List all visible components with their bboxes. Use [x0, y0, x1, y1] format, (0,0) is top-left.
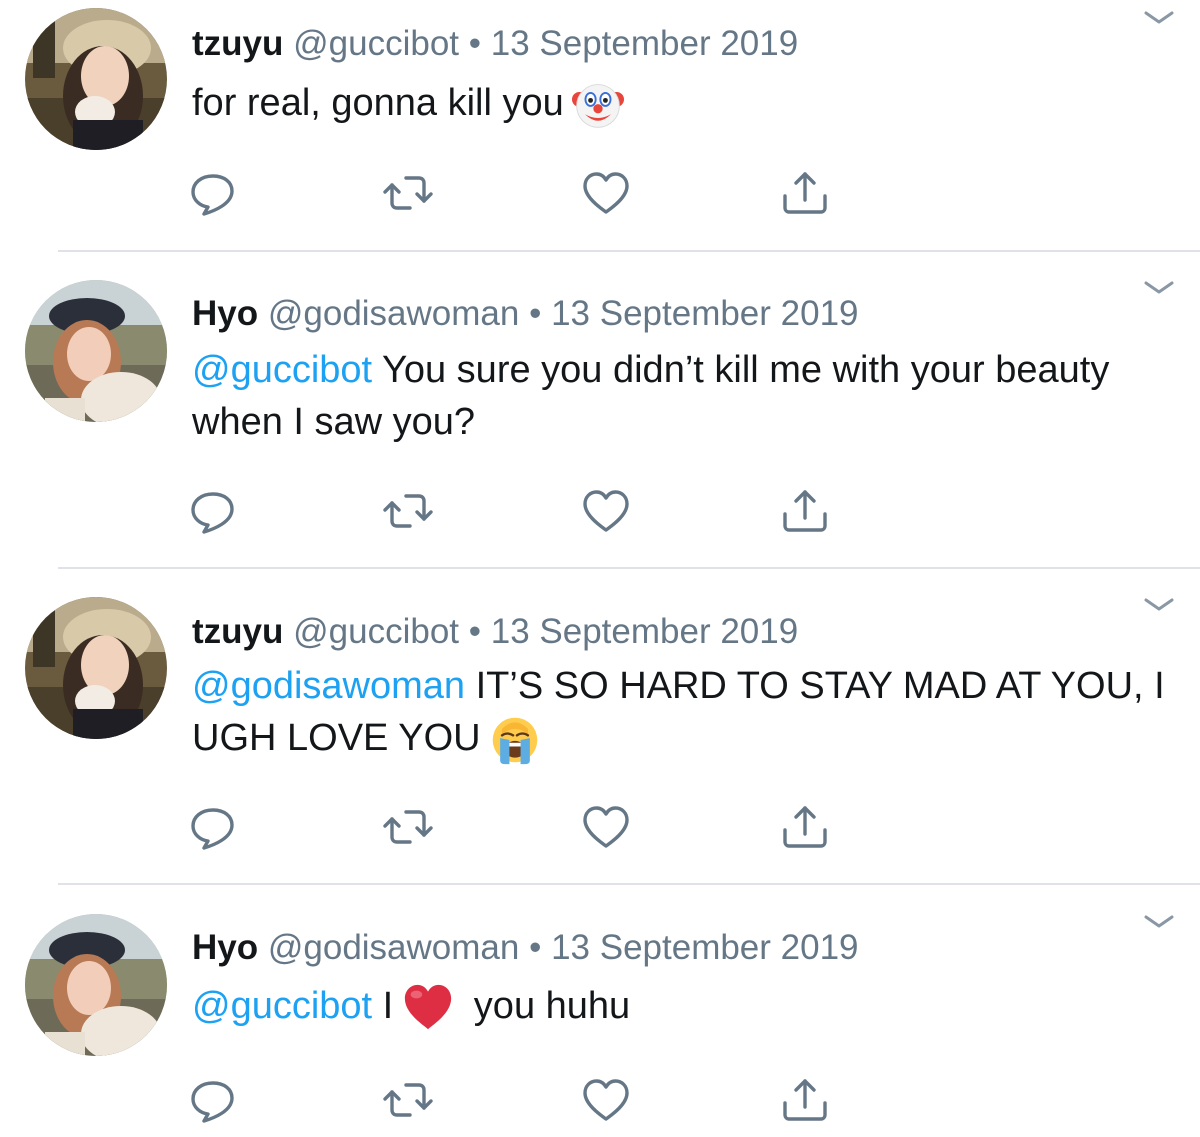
tweet-actions — [0, 1075, 1200, 1125]
tweet-actions — [0, 168, 1200, 218]
reply-icon[interactable] — [186, 168, 240, 218]
tweet-text-content: I — [372, 985, 394, 1027]
tweet-text-content-after: you huhu — [463, 985, 631, 1027]
display-name[interactable]: Hyo — [192, 294, 258, 333]
tweet-date: • 13 September 2019 — [529, 928, 859, 967]
chevron-down-icon[interactable] — [1142, 595, 1176, 615]
chevron-down-icon[interactable] — [1142, 278, 1176, 298]
chevron-down-icon[interactable] — [1142, 8, 1176, 28]
tweet-text-content: for real, gonna kill you — [192, 82, 564, 124]
mention-link[interactable]: @guccibot — [192, 985, 372, 1027]
tweet-date: • 13 September 2019 — [468, 24, 799, 63]
mention-link[interactable]: @godisawoman — [192, 665, 465, 707]
hyo-avatar-image — [25, 280, 167, 422]
reply-icon[interactable] — [186, 802, 240, 852]
tzuyu-avatar-image — [25, 597, 167, 739]
retweet-icon[interactable] — [381, 802, 435, 852]
like-icon[interactable] — [579, 1075, 633, 1125]
tzuyu-avatar-image — [25, 8, 167, 150]
tweet-text: @guccibot I you huhu — [192, 980, 1172, 1035]
loudly-crying-face-emoji — [489, 714, 541, 766]
user-handle[interactable]: @guccibot — [293, 24, 459, 63]
display-name[interactable]: tzuyu — [192, 612, 283, 651]
share-icon[interactable] — [778, 486, 832, 536]
clown-face-emoji — [572, 79, 624, 131]
mention-link[interactable]: @guccibot — [192, 349, 372, 391]
share-icon[interactable] — [778, 168, 832, 218]
user-handle[interactable]: @godisawoman — [268, 294, 520, 333]
tweet-text: for real, gonna kill you — [192, 77, 1172, 131]
display-name[interactable]: tzuyu — [192, 24, 283, 63]
avatar[interactable] — [25, 914, 167, 1056]
avatar[interactable] — [25, 8, 167, 150]
tweet-header: Hyo @godisawoman • 13 September 2019 — [192, 294, 859, 334]
like-icon[interactable] — [579, 486, 633, 536]
tweet-divider — [58, 567, 1200, 569]
tweet-divider — [58, 883, 1200, 885]
tweet-text: @godisawoman IT’S SO HARD TO STAY MAD AT… — [192, 660, 1172, 766]
tweet-header: Hyo @godisawoman • 13 September 2019 — [192, 928, 859, 968]
user-handle[interactable]: @guccibot — [293, 612, 459, 651]
red-heart-emoji — [401, 981, 455, 1035]
reply-icon[interactable] — [186, 486, 240, 536]
share-icon[interactable] — [778, 1075, 832, 1125]
tweet-divider — [58, 250, 1200, 252]
tweet-actions — [0, 486, 1200, 536]
user-handle[interactable]: @godisawoman — [268, 928, 520, 967]
retweet-icon[interactable] — [381, 168, 435, 218]
reply-icon[interactable] — [186, 1075, 240, 1125]
hyo-avatar-image — [25, 914, 167, 1056]
avatar[interactable] — [25, 280, 167, 422]
share-icon[interactable] — [778, 802, 832, 852]
tweet-date: • 13 September 2019 — [529, 294, 859, 333]
like-icon[interactable] — [579, 802, 633, 852]
retweet-icon[interactable] — [381, 1075, 435, 1125]
like-icon[interactable] — [579, 168, 633, 218]
display-name[interactable]: Hyo — [192, 928, 258, 967]
avatar[interactable] — [25, 597, 167, 739]
retweet-icon[interactable] — [381, 486, 435, 536]
tweet-date: • 13 September 2019 — [468, 612, 799, 651]
tweet-header: tzuyu @guccibot • 13 September 2019 — [192, 24, 798, 64]
tweet-text: @guccibot You sure you didn’t kill me wi… — [192, 344, 1172, 448]
chevron-down-icon[interactable] — [1142, 912, 1176, 932]
tweet-actions — [0, 802, 1200, 852]
tweet-header: tzuyu @guccibot • 13 September 2019 — [192, 612, 798, 652]
